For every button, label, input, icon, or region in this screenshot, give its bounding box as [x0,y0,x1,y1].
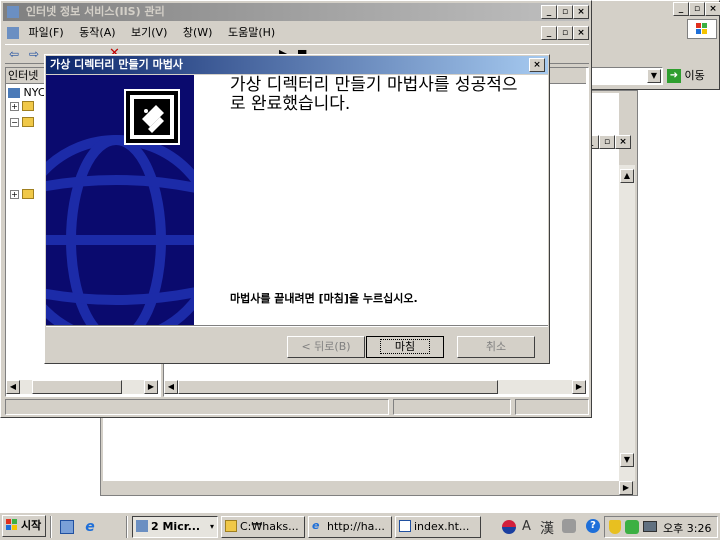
wizard-instruction: 마법사를 끝내려면 [마침]을 누르십시오. [230,292,418,305]
wizard-title: 가상 디렉터리 만들기 마법사 [50,58,183,71]
windows-start-icon [6,519,17,530]
task-label: http://ha... [327,520,385,533]
quicklaunch-divider [50,516,52,538]
windows-logo-icon [687,19,717,39]
tree-scroll-left-button[interactable]: ◀ [6,380,20,394]
status-pane-3 [515,399,589,415]
detail-scroll-thumb[interactable] [178,380,498,394]
computer-icon [8,88,20,98]
wizard-dialog: 가상 디렉터리 만들기 마법사 × 가상 디렉터리 만들기 마법사를 성공적으로… [44,54,550,364]
wizard-titlebar[interactable]: 가상 디렉터리 만들기 마법사 [46,56,548,74]
wizard-close-button[interactable]: × [529,58,545,72]
mmc-icon [7,27,19,39]
go-button[interactable]: ➜ 이동 [667,67,717,85]
child-minimize-button[interactable]: _ [541,26,557,40]
forward-arrow-icon[interactable]: ⇨ [29,47,39,61]
child-restore-button[interactable]: ▫ [557,26,573,40]
quicklaunch-desktop-icon[interactable] [60,520,74,534]
folder-icon [225,520,237,532]
monitor-icon[interactable] [643,521,657,532]
folder-icon [22,117,34,127]
task-label: 2 Micr... [151,520,201,533]
iis-title: 인터넷 정보 서비스(IIS) 관리 [25,5,165,18]
doc-hscroll[interactable]: ▶ [103,481,635,495]
tree-scroll-right-button[interactable]: ▶ [144,380,158,394]
clock[interactable]: 오후 3:26 [663,520,711,536]
status-pane-1 [5,399,389,415]
start-button[interactable]: 시작 [2,515,46,537]
browser-minimize-button[interactable]: _ [673,2,689,16]
iis-titlebar[interactable]: 인터넷 정보 서비스(IIS) 관리 [3,3,589,21]
scroll-up-button[interactable]: ▲ [620,169,634,183]
status-pane-2 [393,399,511,415]
notepad-icon [399,520,411,532]
tree-expand-3[interactable]: + [10,190,19,199]
folder-icon [22,189,34,199]
chevron-down-icon: ▾ [209,522,214,531]
child-close-button[interactable]: × [573,26,589,40]
menu-file[interactable]: 파일(F) [29,26,64,39]
back-button[interactable]: < 뒤로(B) [287,336,365,358]
system-tray: 오후 3:26 [604,516,718,538]
chevron-down-icon[interactable]: ▼ [647,69,661,83]
go-arrow-icon: ➜ [667,69,681,83]
task-label: C:₩haks... [240,520,299,533]
shield-icon[interactable] [609,520,621,534]
ime-tool-icon[interactable] [562,519,576,533]
wizard-heading: 가상 디렉터리 만들기 마법사를 성공적으로 완료했습니다. [230,75,518,114]
korean-flag-icon[interactable] [502,520,516,534]
iis-close-button[interactable]: × [573,5,589,19]
quicklaunch-ie-icon[interactable]: e [82,519,98,535]
start-label: 시작 [21,519,42,532]
tree-expand-1[interactable]: + [10,102,19,111]
iis-statusbar [5,399,589,415]
iis-restore-button[interactable]: ▫ [557,5,573,19]
document-scrollbar[interactable]: ▲ ▼ [619,165,635,481]
tree-scroll-thumb[interactable] [32,380,122,394]
back-arrow-icon[interactable]: ⇦ [9,47,19,61]
network-icon[interactable] [625,520,639,534]
wizard-graphic-panel [46,75,194,325]
scroll-down-button[interactable]: ▼ [620,453,634,467]
doc-restore-button[interactable]: ▫ [599,135,615,149]
doc-close-button[interactable]: × [615,135,631,149]
tree-hscroll[interactable]: ◀ ▶ [6,380,158,394]
wizard-logo-icon [124,89,180,145]
help-icon[interactable]: ? [586,519,600,533]
tree-root[interactable]: NYC [8,86,46,99]
menu-window[interactable]: 창(W) [183,26,213,39]
browser-restore-button[interactable]: ▫ [689,2,705,16]
finish-button[interactable]: 마침 [366,336,444,358]
task-button-explorer[interactable]: C:₩haks... [221,516,305,538]
quicklaunch-divider [126,516,128,538]
task-label: index.ht... [414,520,470,533]
detail-scroll-right-button[interactable]: ▶ [572,380,586,394]
detail-scroll-left-button[interactable]: ◀ [164,380,178,394]
doc-scroll-right-button[interactable]: ▶ [619,481,633,495]
menu-view[interactable]: 보기(V) [131,26,167,39]
ime-hanja-indicator[interactable]: 漢 [540,518,554,538]
task-button-browser[interactable]: e http://ha... [308,516,392,538]
browser-close-button[interactable]: × [705,2,720,16]
iis-app-icon [7,6,19,18]
menu-help[interactable]: 도움말(H) [228,26,275,39]
menu-action[interactable]: 동작(A) [79,26,115,39]
ime-mode-indicator[interactable]: A [522,519,531,534]
iis-minimize-button[interactable]: _ [541,5,557,19]
mmc-task-icon [136,520,148,532]
finish-label: 마침 [379,339,431,354]
task-button-notepad[interactable]: index.ht... [395,516,481,538]
cancel-button[interactable]: 취소 [457,336,535,358]
task-button-mmc[interactable]: 2 Micr... ▾ [132,516,218,538]
address-dropdown[interactable]: ▼ [591,67,663,85]
wizard-separator [46,325,548,327]
folder-icon [22,101,34,111]
detail-hscroll[interactable]: ◀ ▶ [164,380,586,394]
tree-root-label: NYC [23,86,46,99]
tree-expand-2[interactable]: − [10,118,19,127]
ie-icon: e [312,519,320,532]
go-label: 이동 [684,69,705,82]
iis-menubar: 파일(F) 동작(A) 보기(V) 창(W) 도움말(H) [7,25,287,41]
wizard-content: 가상 디렉터리 만들기 마법사를 성공적으로 완료했습니다. 마법사를 끝내려면… [194,75,548,325]
